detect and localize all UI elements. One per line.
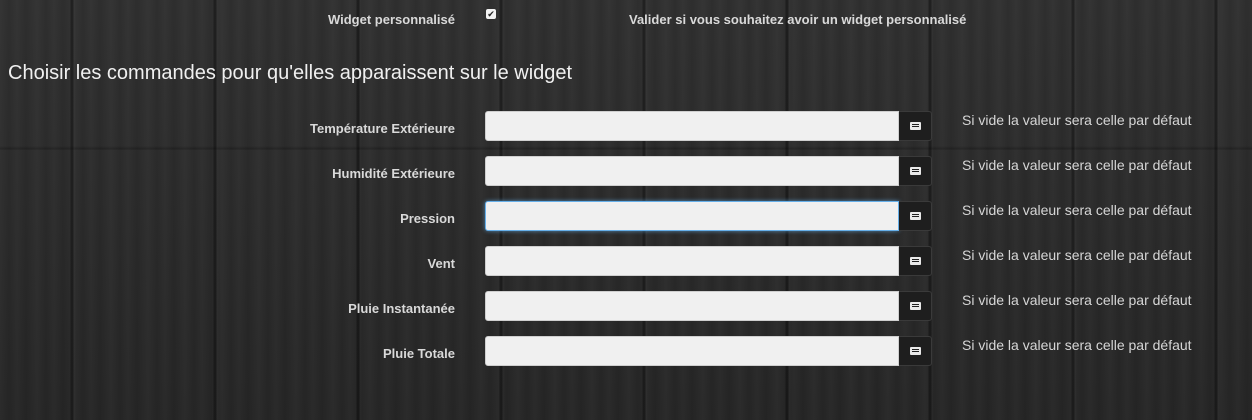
row-label: Pluie Instantanée [348, 301, 455, 316]
row-help-text: Si vide la valeur sera celle par défaut [962, 247, 1192, 263]
pluie-totale-input[interactable] [485, 336, 899, 366]
row-help-text: Si vide la valeur sera celle par défaut [962, 337, 1192, 353]
row-label: Humidité Extérieure [332, 166, 455, 181]
vent-input[interactable] [485, 246, 899, 276]
row-help-text: Si vide la valeur sera celle par défaut [962, 202, 1192, 218]
humidite-exterieure-select-button[interactable] [899, 156, 932, 186]
row-pression: Pression Si vide la valeur sera celle pa… [0, 200, 1252, 245]
row-label: Température Extérieure [310, 121, 455, 136]
list-alt-icon [909, 302, 921, 310]
pluie-totale-select-button[interactable] [899, 336, 932, 366]
list-alt-icon [909, 347, 921, 355]
row-pluie-totale: Pluie Totale Si vide la valeur sera cell… [0, 335, 1252, 380]
row-vent: Vent Si vide la valeur sera celle par dé… [0, 245, 1252, 290]
pluie-instantanee-input[interactable] [485, 291, 899, 321]
temperature-exterieure-select-button[interactable] [899, 111, 932, 141]
vent-select-button[interactable] [899, 246, 932, 276]
pluie-instantanee-select-button[interactable] [899, 291, 932, 321]
check-icon: ✔ [487, 9, 495, 19]
row-help-text: Si vide la valeur sera celle par défaut [962, 112, 1192, 128]
row-help-text: Si vide la valeur sera celle par défaut [962, 292, 1192, 308]
row-label: Pression [400, 211, 455, 226]
pression-input[interactable] [485, 201, 899, 231]
row-pluie-instantanee: Pluie Instantanée Si vide la valeur sera… [0, 290, 1252, 335]
temperature-exterieure-input[interactable] [485, 111, 899, 141]
widget-personnalise-label: Widget personnalisé [327, 12, 455, 27]
list-alt-icon [909, 257, 921, 265]
section-title: Choisir les commandes pour qu'elles appa… [8, 62, 573, 84]
widget-personnalise-help: Valider si vous souhaitez avoir un widge… [629, 12, 967, 27]
row-humidite-exterieure: Humidité Extérieure Si vide la valeur se… [0, 155, 1252, 200]
pression-select-button[interactable] [899, 201, 932, 231]
list-alt-icon [909, 167, 921, 175]
row-help-text: Si vide la valeur sera celle par défaut [962, 157, 1192, 173]
widget-personnalise-checkbox[interactable]: ✔ [486, 9, 496, 19]
list-alt-icon [909, 212, 921, 220]
row-label: Pluie Totale [383, 346, 455, 361]
commands-form: Température Extérieure Si vide la valeur… [0, 110, 1252, 380]
list-alt-icon [909, 122, 921, 130]
row-temperature-exterieure: Température Extérieure Si vide la valeur… [0, 110, 1252, 155]
humidite-exterieure-input[interactable] [485, 156, 899, 186]
row-label: Vent [427, 256, 455, 271]
